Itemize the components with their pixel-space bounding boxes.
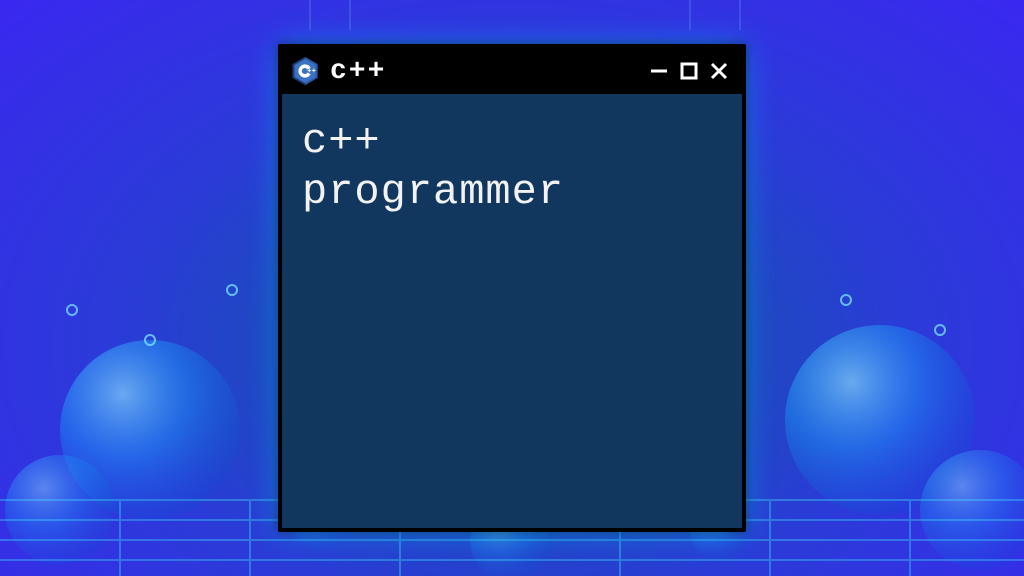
- close-button[interactable]: [708, 60, 730, 82]
- titlebar[interactable]: c++: [282, 48, 742, 94]
- window-content: c++ programmer: [282, 94, 742, 528]
- minimize-button[interactable]: [648, 60, 670, 82]
- window-title: c++: [330, 56, 648, 87]
- window-controls: [648, 60, 730, 82]
- content-text: c++ programmer: [302, 116, 722, 218]
- cpp-logo-icon: [290, 56, 320, 86]
- app-window: c++ c++ programmer: [278, 44, 746, 532]
- maximize-button[interactable]: [678, 60, 700, 82]
